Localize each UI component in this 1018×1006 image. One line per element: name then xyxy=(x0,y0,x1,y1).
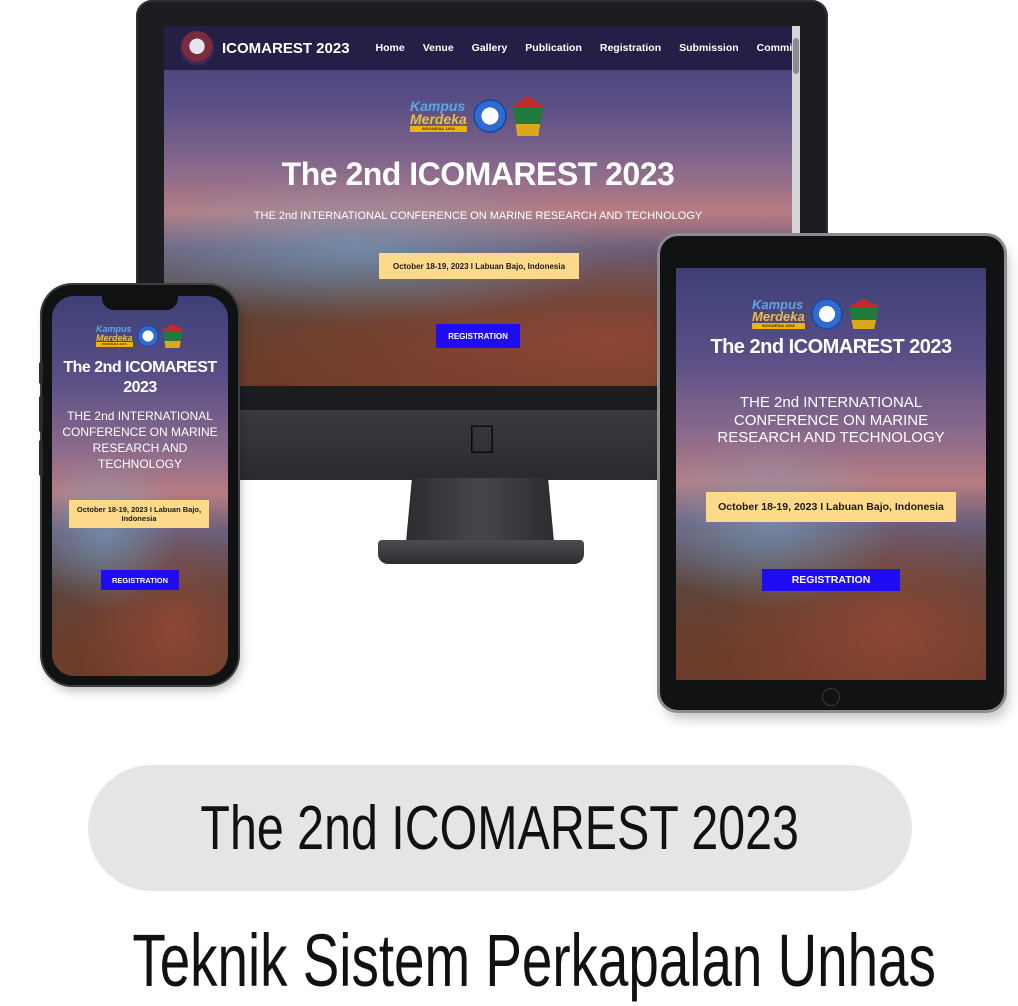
unhas-logo-icon xyxy=(162,324,183,348)
partner-logos: Kampus Merdeka INDONESIA JAYA xyxy=(410,96,543,136)
conference-logo-icon[interactable] xyxy=(180,31,214,65)
indonesia-jaya-text: INDONESIA JAYA xyxy=(410,126,467,132)
hero-title: The 2nd ICOMAREST 2023 xyxy=(281,156,675,192)
tablet-partner-logos: Kampus Merdeka INDONESIA JAYA xyxy=(752,298,879,330)
kampus-merdeka-logo: Kampus Merdeka INDONESIA JAYA xyxy=(752,298,805,329)
navbar: ICOMAREST 2023 Home Venue Gallery Public… xyxy=(164,26,800,70)
tablet-screen: Kampus Merdeka INDONESIA JAYA The 2nd IC… xyxy=(676,268,986,680)
phone-side-button xyxy=(39,396,43,432)
caption-title: The 2nd ICOMAREST 2023 xyxy=(200,793,800,863)
home-button[interactable] xyxy=(822,688,840,706)
nav-home[interactable]: Home xyxy=(376,42,405,54)
tut-wuri-logo-icon xyxy=(472,99,507,133)
caption-subtitle: Teknik Sistem Perkapalan Unhas xyxy=(132,919,936,1002)
site-title[interactable]: ICOMAREST 2023 xyxy=(222,40,350,57)
phone-side-button xyxy=(39,362,43,384)
hero-title: The 2nd ICOMAREST 2023 xyxy=(63,359,217,396)
phone-notch xyxy=(102,290,178,310)
nav-registration[interactable]: Registration xyxy=(600,42,661,54)
nav-venue[interactable]: Venue xyxy=(423,42,454,54)
tut-wuri-logo-icon xyxy=(136,325,159,347)
nav-gallery[interactable]: Gallery xyxy=(472,42,508,54)
monitor-stand-base xyxy=(378,540,584,564)
monitor-stand xyxy=(406,478,554,542)
merdeka-text: Merdeka xyxy=(410,111,467,128)
nav-publication[interactable]: Publication xyxy=(525,42,582,54)
hero-subtitle: THE 2nd INTERNATIONAL CONFERENCE ON MARI… xyxy=(717,394,945,446)
caption-pill: The 2nd ICOMAREST 2023 xyxy=(88,765,912,891)
scrollbar-thumb[interactable] xyxy=(793,38,799,74)
kampus-merdeka-logo: Kampus Merdeka INDONESIA JAYA xyxy=(96,325,133,347)
event-date-badge: October 18-19, 2023 I Labuan Bajo, Indon… xyxy=(706,492,956,522)
hero-title: The 2nd ICOMAREST 2023 xyxy=(710,336,952,358)
kampus-merdeka-logo: Kampus Merdeka INDONESIA JAYA xyxy=(410,99,467,132)
registration-button[interactable]: REGISTRATION xyxy=(762,569,900,591)
nav-submission[interactable]: Submission xyxy=(679,42,739,54)
event-date-badge: October 18-19, 2023 I Labuan Bajo, Indon… xyxy=(379,253,579,279)
registration-button[interactable]: REGISTRATION xyxy=(436,324,520,348)
phone-screen: Kampus Merdeka INDONESIA JAYA The 2nd IC… xyxy=(52,296,228,676)
event-date-badge: October 18-19, 2023 I Labuan Bajo, Indon… xyxy=(69,500,209,528)
tut-wuri-logo-icon xyxy=(810,298,843,330)
registration-button[interactable]: REGISTRATION xyxy=(101,570,179,590)
apple-logo-icon:  xyxy=(467,420,497,460)
hero-subtitle: THE 2nd INTERNATIONAL CONFERENCE ON MARI… xyxy=(62,409,218,471)
indonesia-jaya-text: INDONESIA JAYA xyxy=(752,323,805,329)
merdeka-text: Merdeka xyxy=(96,332,133,343)
hero-subtitle: THE 2nd INTERNATIONAL CONFERENCE ON MARI… xyxy=(253,210,703,222)
phone-side-button xyxy=(39,440,43,476)
indonesia-jaya-text: INDONESIA JAYA xyxy=(96,341,133,347)
unhas-logo-icon xyxy=(512,96,543,136)
merdeka-text: Merdeka xyxy=(752,309,805,325)
nav-links: Home Venue Gallery Publication Registrat… xyxy=(376,42,800,54)
unhas-logo-icon xyxy=(848,299,879,329)
phone-partner-logos: Kampus Merdeka INDONESIA JAYA xyxy=(96,324,183,348)
